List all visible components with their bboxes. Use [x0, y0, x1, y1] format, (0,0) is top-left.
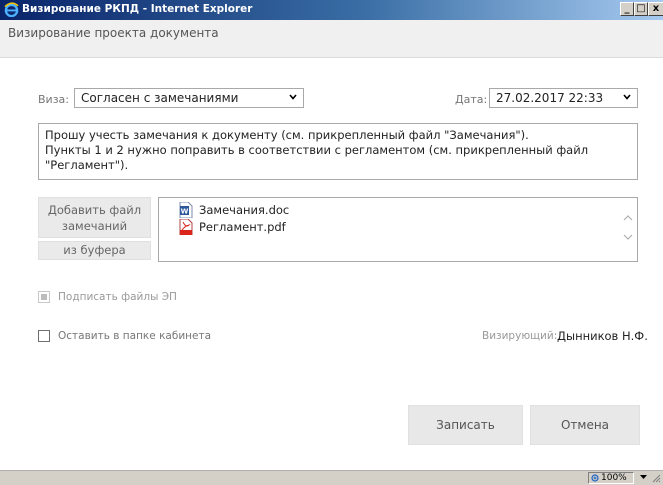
status-bar: 100%	[0, 470, 663, 485]
add-file-label-1: Добавить файл	[47, 203, 142, 217]
from-buffer-button[interactable]: из буфера	[38, 241, 151, 260]
save-button[interactable]: Записать	[408, 405, 523, 445]
chevron-down-icon	[623, 94, 631, 100]
file-name: Замечания.doc	[199, 203, 290, 217]
date-select[interactable]: 27.02.2017 22:33	[489, 88, 638, 108]
add-file-label-2: замечаний	[61, 219, 128, 233]
window-title: Визирование РКПД - Internet Explorer	[22, 3, 253, 15]
zoom-dropdown-icon[interactable]	[640, 475, 647, 480]
checkbox-fill	[41, 294, 47, 300]
keep-in-folder-label: Оставить в папке кабинета	[58, 330, 212, 342]
comment-line-2: Пункты 1 и 2 нужно поправить в соответст…	[45, 143, 589, 172]
dialog-title: Визирование проекта документа	[8, 26, 219, 40]
window-titlebar: Визирование РКПД - Internet Explorer _ □…	[0, 0, 663, 20]
date-value: 27.02.2017 22:33	[496, 91, 604, 105]
maximize-button[interactable]: □	[634, 2, 648, 16]
minimize-button[interactable]: _	[620, 2, 634, 16]
sign-files-checkbox[interactable]	[38, 291, 50, 303]
resize-grip-icon[interactable]	[652, 474, 661, 483]
visa-label: Виза:	[38, 93, 69, 106]
date-label: Дата:	[455, 93, 488, 106]
visa-value: Согласен с замечаниями	[81, 91, 239, 105]
signer-value: Дынников Н.Ф.	[557, 329, 648, 343]
file-name: Регламент.pdf	[199, 220, 286, 234]
file-list[interactable]: W Замечания.doc Регламент.pdf	[158, 197, 638, 262]
scroll-up-icon[interactable]	[623, 213, 633, 223]
comment-textarea[interactable]: Прошу учесть замечания к документу (см. …	[38, 123, 638, 180]
keep-in-folder-checkbox[interactable]	[38, 330, 50, 342]
chevron-down-icon	[289, 94, 297, 100]
internet-explorer-icon	[4, 2, 19, 17]
svg-text:W: W	[181, 208, 189, 216]
sign-files-label: Подписать файлы ЭП	[58, 291, 177, 303]
dialog-header: Визирование проекта документа	[0, 20, 663, 58]
zoom-control[interactable]: 100%	[588, 472, 634, 484]
add-file-button[interactable]: Добавить файл замечаний	[38, 197, 151, 238]
signer-label: Визирующий:	[482, 330, 558, 342]
pdf-icon	[179, 219, 193, 235]
comment-line-1: Прошу учесть замечания к документу (см. …	[45, 128, 529, 142]
visa-select[interactable]: Согласен с замечаниями	[74, 88, 304, 108]
close-button[interactable]: x	[648, 2, 663, 16]
zoom-icon	[591, 474, 599, 482]
zoom-level: 100%	[601, 473, 627, 483]
cancel-button[interactable]: Отмена	[530, 405, 640, 445]
scroll-down-icon[interactable]	[623, 232, 633, 242]
word-doc-icon: W	[179, 202, 193, 218]
